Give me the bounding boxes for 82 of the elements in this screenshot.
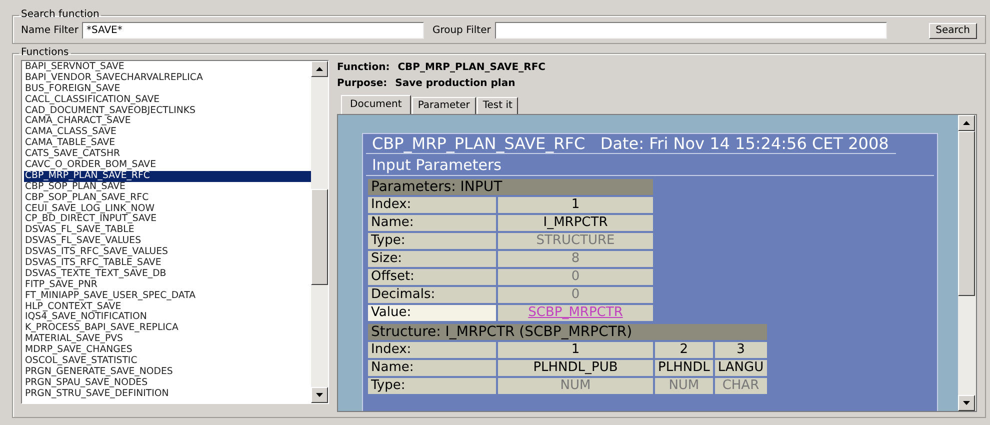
scrollbar-thumb[interactable] <box>311 189 328 285</box>
table-cell: PLHNDL_PUB <box>498 360 653 376</box>
function-list-item[interactable]: CAMA_TABLE_SAVE <box>24 138 311 150</box>
table-cell: 0 <box>498 287 653 303</box>
table-cell: NUM <box>498 378 653 394</box>
function-list-item[interactable]: DSVAS_ITS_RFC_TABLE_SAVE <box>24 258 311 269</box>
table-cell: NUM <box>655 378 713 394</box>
table-cell: CHAR <box>714 378 767 394</box>
function-list-item[interactable]: CP_BD_DIRECT_INPUT_SAVE <box>24 214 311 226</box>
document-header: CBP_MRP_PLAN_SAVE_RFC Date: Fri Nov 14 15:24:56 CET 2008 <box>366 134 896 154</box>
table-cell: Offset: <box>368 269 496 285</box>
table-heading: Structure: I_MRPCTR (SCBP_MRPCTR) <box>368 324 767 340</box>
function-list-item[interactable]: BAPI_SERVNOT_SAVE <box>24 62 311 73</box>
search-button[interactable]: Search <box>928 22 977 38</box>
purpose-text: Save production plan <box>395 78 516 90</box>
function-list-item[interactable]: CBP_SOP_PLAN_SAVE_RFC <box>24 192 311 204</box>
function-list-item[interactable]: MATERIAL_SAVE_PVS <box>24 334 311 346</box>
table-cell: STRUCTURE <box>498 233 653 249</box>
function-list-item[interactable]: OSCOL_SAVE_STATISTIC <box>24 356 311 367</box>
table-cell: 1 <box>498 197 653 213</box>
table-cell: I_MRPCTR <box>498 215 653 231</box>
scroll-up-icon[interactable] <box>958 115 975 131</box>
function-list-item[interactable]: MDRP_SAVE_CHANGES <box>24 345 311 356</box>
tab[interactable]: Test it <box>476 97 518 114</box>
table-cell: 1 <box>498 342 653 358</box>
document-scrollbar[interactable] <box>958 115 976 411</box>
function-list-item[interactable]: CBP_SOP_PLAN_SAVE <box>24 182 311 193</box>
table-cell: Name: <box>368 215 496 231</box>
group-filter-label: Group Filter <box>432 24 491 36</box>
function-list-item[interactable]: PRGN_STRU_SAVE_DEFINITION <box>24 388 311 400</box>
purpose-label: Purpose: <box>337 78 388 90</box>
table-cell: 3 <box>714 342 767 358</box>
table-cell: Index: <box>368 342 496 358</box>
section-heading: Input Parameters <box>366 156 934 176</box>
table-cell: Value: <box>368 305 496 321</box>
function-list-item[interactable]: BAPI_VENDOR_SAVECHARVALREPLICA <box>24 72 311 84</box>
function-list-item[interactable]: BUS_FOREIGN_SAVE <box>24 84 311 95</box>
function-list-item[interactable]: CAVC_O_ORDER_BOM_SAVE <box>24 160 311 171</box>
table-cell: LANGU <box>714 360 767 376</box>
name-filter-field[interactable]: *SAVE* <box>82 22 424 39</box>
function-list-item[interactable]: DSVAS_TEXTE_TEXT_SAVE_DB <box>24 268 311 280</box>
function-list-item[interactable]: CAMA_CLASS_SAVE <box>24 127 311 138</box>
scroll-down-icon[interactable] <box>311 387 328 403</box>
function-list-item[interactable]: CBP_MRP_PLAN_SAVE_RFC <box>24 170 311 182</box>
table-cell: Type: <box>368 378 496 394</box>
table-cell: Size: <box>368 251 496 267</box>
table-cell: 0 <box>498 269 653 285</box>
table-cell: 8 <box>498 251 653 267</box>
function-list-item[interactable]: DSVAS_FL_SAVE_TABLE <box>24 225 311 236</box>
function-list-item[interactable]: FITP_SAVE_PNR <box>24 280 311 291</box>
table-cell: Decimals: <box>368 287 496 303</box>
scroll-down-icon[interactable] <box>958 395 975 411</box>
function-list-item[interactable]: CAMA_CHARACT_SAVE <box>24 116 311 128</box>
function-list-item[interactable]: CATS_SAVE_CATSHR <box>24 149 311 160</box>
function-list-item[interactable]: CAD_DOCUMENT_SAVEOBJECTLINKS <box>24 106 311 116</box>
table-cell: 2 <box>655 342 713 358</box>
tab[interactable]: Parameter <box>412 97 476 114</box>
function-list-item[interactable]: IQS4_SAVE_NOTIFICATION <box>24 312 311 324</box>
table-cell: PLHNDL <box>655 360 713 376</box>
table-cell: Name: <box>368 360 496 376</box>
function-list-item[interactable]: CEUI_SAVE_LOG_LINK_NOW <box>24 204 311 214</box>
function-list-item[interactable]: CACL_CLASSIFICATION_SAVE <box>24 94 311 106</box>
table-cell: Type: <box>368 233 496 249</box>
tab[interactable]: Document <box>341 95 411 114</box>
name-filter-label: Name Filter <box>21 24 78 36</box>
function-list-item[interactable]: DSVAS_ITS_RFC_SAVE_VALUES <box>24 247 311 258</box>
list-scrollbar[interactable] <box>311 61 328 403</box>
group-filter-field[interactable] <box>494 22 887 39</box>
function-list-item[interactable]: K_PROCESS_BAPI_SAVE_REPLICA <box>24 323 311 334</box>
table-cell: Index: <box>368 197 496 213</box>
function-list-item[interactable]: HLP_CONTEXT_SAVE <box>24 302 311 312</box>
scrollbar-thumb[interactable] <box>958 131 975 296</box>
functions-group-title: Functions <box>20 48 70 58</box>
function-list-item[interactable]: PRGN_SPAU_SAVE_NODES <box>24 378 311 389</box>
function-list-item[interactable]: DSVAS_FL_SAVE_VALUES <box>24 236 311 248</box>
table-heading: Parameters: INPUT <box>368 179 653 195</box>
search-group-title: Search function <box>20 10 100 20</box>
function-list-item[interactable]: FT_MINIAPP_SAVE_USER_SPEC_DATA <box>24 290 311 302</box>
function-list-item[interactable]: PRGN_GENERATE_SAVE_NODES <box>24 366 311 378</box>
function-label: Function: <box>337 62 390 74</box>
function-name: CBP_MRP_PLAN_SAVE_RFC <box>398 62 546 74</box>
scroll-up-icon[interactable] <box>311 61 328 77</box>
